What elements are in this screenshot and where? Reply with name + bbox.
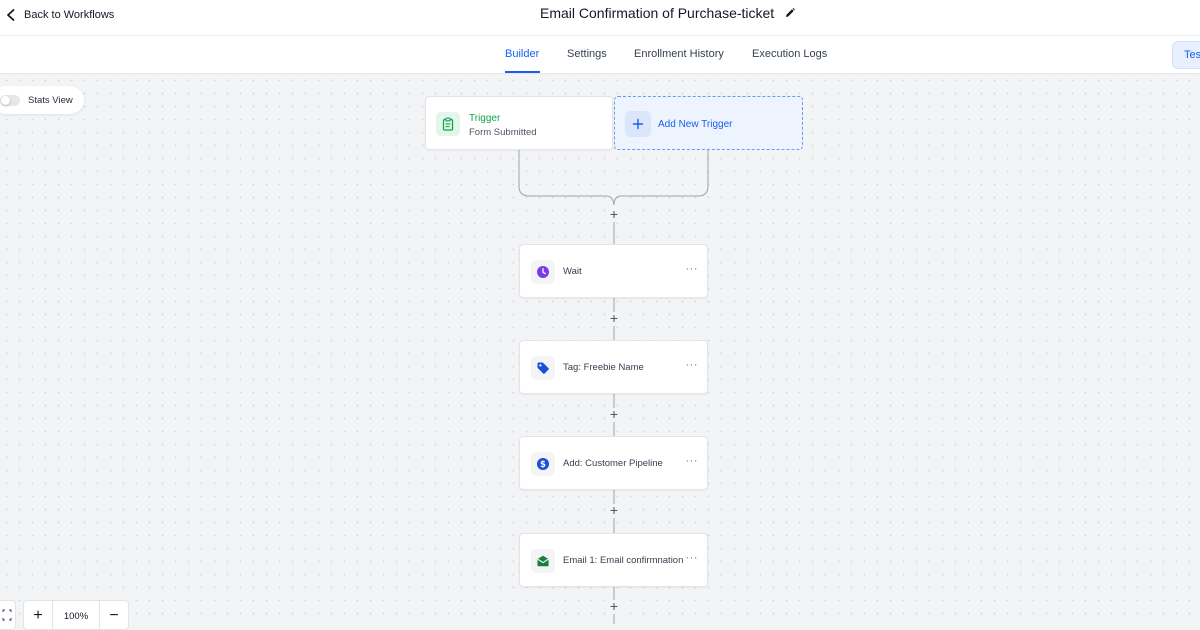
expand-icon (2, 609, 12, 621)
stats-view-label: Stats View (28, 94, 73, 106)
add-step-plus-icon[interactable]: + (607, 407, 621, 422)
action-node-email[interactable]: Email 1: Email confirmnation ··· (519, 533, 708, 587)
tabs-bar: Builder Settings Enrollment History Exec… (0, 36, 1200, 74)
back-label: Back to Workflows (24, 9, 115, 21)
stats-view-toggle: Stats View (0, 86, 84, 114)
plus-icon (625, 111, 651, 137)
pencil-icon[interactable] (784, 7, 796, 19)
fit-to-screen-button[interactable] (0, 600, 16, 630)
more-options-icon[interactable]: ··· (686, 552, 699, 564)
svg-text:$: $ (540, 460, 546, 470)
dollar-icon: $ (531, 452, 555, 476)
action-label: Tag: Freebie Name (563, 362, 644, 373)
action-node-wait[interactable]: Wait ··· (519, 244, 708, 298)
zoom-in-button[interactable]: + (24, 601, 52, 629)
action-label: Wait (563, 266, 582, 277)
add-new-trigger-label: Add New Trigger (658, 119, 733, 130)
more-options-icon[interactable]: ··· (686, 359, 699, 371)
tab-builder[interactable]: Builder (505, 48, 539, 60)
workflow-title: Email Confirmation of Purchase-ticket (540, 5, 796, 21)
action-node-tag[interactable]: Tag: Freebie Name ··· (519, 340, 708, 394)
clock-icon (531, 260, 555, 284)
test-workflow-button[interactable]: Test (1172, 41, 1200, 69)
action-label: Add: Customer Pipeline (563, 458, 663, 469)
more-options-icon[interactable]: ··· (686, 263, 699, 275)
add-step-plus-icon[interactable]: + (607, 207, 621, 222)
back-to-workflows-link[interactable]: Back to Workflows (4, 6, 114, 24)
mail-icon (531, 549, 555, 573)
trigger-title: Trigger (469, 113, 501, 124)
add-step-plus-icon[interactable]: + (607, 311, 621, 326)
tag-icon (531, 356, 555, 380)
workflow-title-text: Email Confirmation of Purchase-ticket (540, 5, 775, 21)
stats-view-switch[interactable] (0, 94, 20, 106)
chevron-left-icon (7, 9, 15, 21)
clipboard-icon (436, 112, 460, 136)
zoom-group: + 100% − (23, 600, 129, 630)
action-node-pipeline[interactable]: $ Add: Customer Pipeline ··· (519, 436, 708, 490)
zoom-level: 100% (52, 601, 100, 629)
tab-settings[interactable]: Settings (567, 48, 607, 60)
tab-enrollment-history[interactable]: Enrollment History (634, 48, 724, 60)
add-new-trigger-button[interactable]: Add New Trigger (614, 96, 803, 150)
action-label: Email 1: Email confirmnation (563, 555, 684, 566)
active-tab-indicator (505, 71, 540, 73)
trigger-node[interactable]: Trigger Form Submitted (425, 96, 613, 150)
trigger-subtitle: Form Submitted (469, 127, 537, 138)
top-bar: Back to Workflows Email Confirmation of … (0, 0, 1200, 36)
zoom-controls: + 100% − (0, 600, 129, 630)
add-step-plus-icon[interactable]: + (607, 599, 621, 614)
tab-execution-logs[interactable]: Execution Logs (752, 48, 827, 60)
zoom-out-button[interactable]: − (100, 601, 128, 629)
add-step-plus-icon[interactable]: + (607, 503, 621, 518)
more-options-icon[interactable]: ··· (686, 455, 699, 467)
